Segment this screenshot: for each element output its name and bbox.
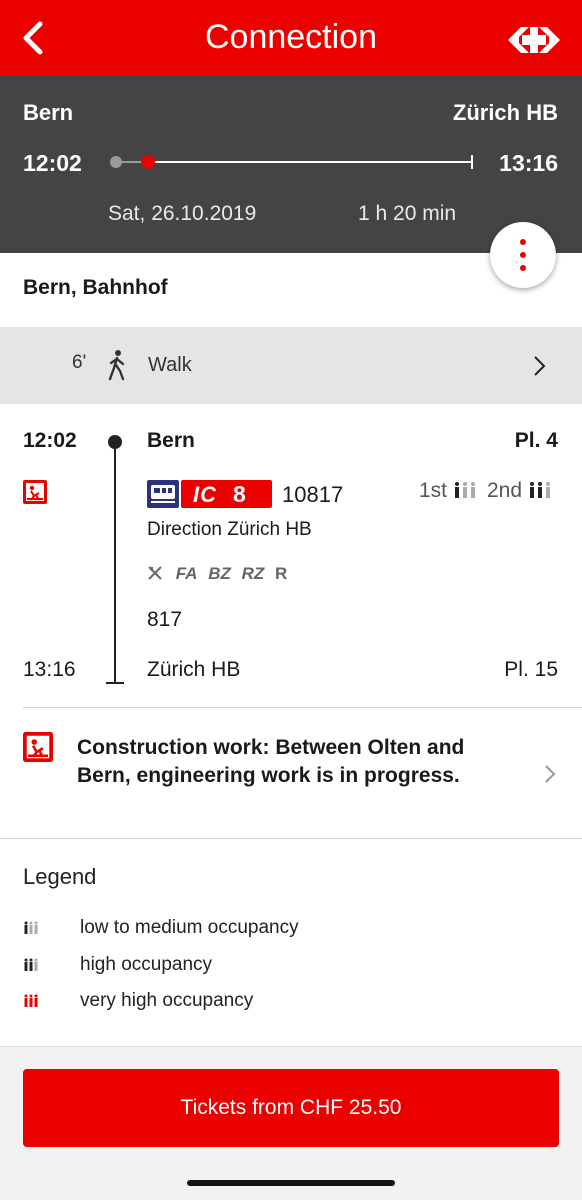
journey-progress-line <box>110 155 473 169</box>
service-attributes: FA BZ RZ R <box>147 564 293 584</box>
arrival-time: 13:16 <box>499 150 558 176</box>
more-dot-icon <box>520 265 526 271</box>
buy-tickets-button[interactable]: Tickets from CHF 25.50 <box>23 1069 559 1147</box>
construction-notice[interactable]: Construction work: Between Olten and Ber… <box>0 708 582 838</box>
to-station: Zürich HB <box>452 100 558 125</box>
departure-time: 12:02 <box>23 150 82 176</box>
train-direction: Direction Zürich HB <box>147 519 312 540</box>
home-indicator[interactable] <box>187 1180 395 1186</box>
train-number: 10817 <box>282 482 344 507</box>
route-start-dot <box>108 435 122 449</box>
attribute-rz: RZ <box>241 564 265 583</box>
divider <box>0 838 582 839</box>
occupancy-very-high-icon <box>24 994 38 1007</box>
second-class-occupancy: 2nd <box>487 479 552 503</box>
legend-item: low to medium occupancy <box>23 917 423 941</box>
construction-warning-icon <box>23 732 53 762</box>
page-title: Connection <box>204 18 377 56</box>
leg-departure-platform: Pl. 4 <box>514 429 558 452</box>
notice-text: Construction work: Between Olten and Ber… <box>77 736 465 787</box>
attribute-r: R <box>275 564 288 583</box>
restaurant-icon <box>148 566 162 580</box>
legend-title: Legend <box>23 864 97 889</box>
travel-duration: 1 h 20 min <box>358 202 457 225</box>
attribute-bz: BZ <box>208 564 231 583</box>
leg-departure-time: 12:02 <box>23 429 77 452</box>
class1-label: 1st <box>419 479 448 502</box>
legend-label: very high occupancy <box>80 990 254 1011</box>
attribute-fa: FA <box>175 564 198 583</box>
occupancy-high-icon <box>529 482 550 498</box>
train-line: 8 <box>233 481 246 507</box>
from-station: Bern <box>23 100 74 125</box>
more-dot-icon <box>520 239 526 245</box>
class2-label: 2nd <box>487 479 523 502</box>
train-type: IC <box>193 482 217 507</box>
legend-item: very high occupancy <box>23 990 423 1014</box>
travel-date: Sat, 26.10.2019 <box>108 202 257 225</box>
more-options-button[interactable] <box>490 222 556 288</box>
route-end-marker <box>106 682 124 684</box>
app-header: Connection <box>0 0 582 76</box>
leg-departure-station: Bern <box>147 429 195 452</box>
legend-item: high occupancy <box>23 954 423 978</box>
leg-arrival-time: 13:16 <box>23 658 76 681</box>
ic-line-badge: IC 8 <box>181 480 272 508</box>
route-number: 817 <box>147 608 183 631</box>
walk-label: Walk <box>148 354 192 376</box>
walking-person-icon <box>108 350 125 381</box>
leg-arrival-station: Zürich HB <box>147 658 241 681</box>
connection-summary: Bern Zürich HB 12:02 13:16 Sat, 26.10.20… <box>0 76 582 253</box>
construction-warning-icon <box>23 480 47 504</box>
occupancy-low-icon <box>24 921 38 934</box>
more-dot-icon <box>520 252 526 258</box>
origin-stop: Bern, Bahnhof <box>23 276 168 299</box>
leg-arrival-platform: Pl. 15 <box>504 658 558 681</box>
train-icon <box>147 480 179 508</box>
legend-label: low to medium occupancy <box>80 917 299 938</box>
occupancy-high-icon <box>24 958 38 971</box>
chevron-right-icon <box>534 356 546 376</box>
route-line <box>114 441 116 683</box>
walk-segment[interactable]: 6' Walk <box>0 327 582 404</box>
legend-label: high occupancy <box>80 954 213 975</box>
occupancy-low-icon <box>454 482 475 498</box>
chevron-right-icon <box>545 765 556 783</box>
walk-minutes: 6' <box>72 352 87 373</box>
first-class-occupancy: 1st <box>419 479 477 503</box>
sbb-logo-icon <box>508 27 560 53</box>
